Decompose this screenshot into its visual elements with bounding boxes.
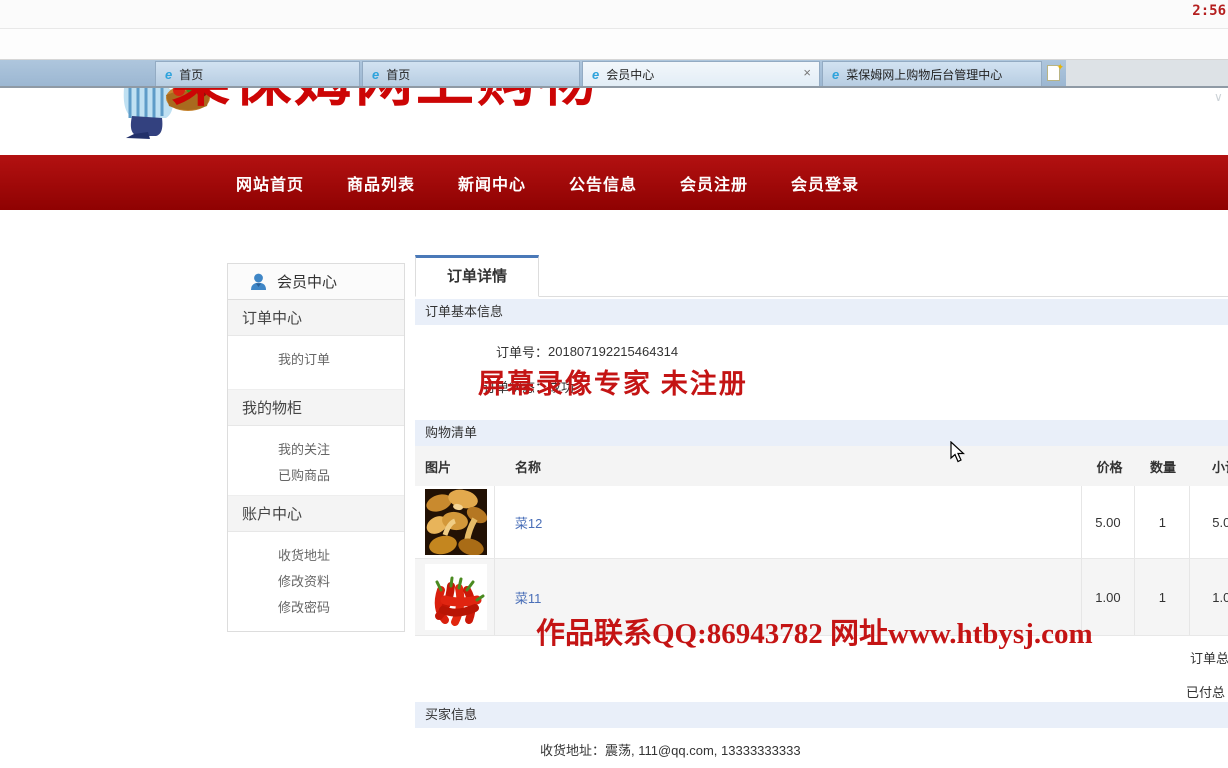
tab-label: 会员中心 xyxy=(606,66,654,83)
main-nav: 网站首页 商品列表 新闻中心 公告信息 会员注册 会员登录 xyxy=(0,155,1228,210)
sidebar-item-change-password[interactable]: 修改密码 xyxy=(228,595,404,621)
ie-tab-icon: e xyxy=(832,67,839,82)
sidebar-section-locker: 我的物柜 xyxy=(228,390,404,426)
product-image-chili[interactable] xyxy=(425,564,487,630)
cell-name: 菜11 xyxy=(495,559,1082,635)
new-tab-button[interactable]: ✦ xyxy=(1044,63,1064,83)
tab-close-icon[interactable]: × xyxy=(803,66,811,80)
sidebar-item-edit-profile[interactable]: 修改资料 xyxy=(228,569,404,595)
sidebar-section-account: 账户中心 xyxy=(228,496,404,532)
page-chevron-down-icon: ∨ xyxy=(1214,90,1223,104)
member-sidebar: 会员中心 订单中心 我的订单 我的物柜 我的关注 已购商品 账户中心 收货地址 … xyxy=(227,263,405,632)
cell-subtotal: 1.00 xyxy=(1190,559,1228,635)
col-qty: 数量 xyxy=(1136,457,1190,476)
site-logo-strip: 菜保姆网上购物 xyxy=(0,88,1228,140)
order-status-row: 订单状态： 成功 xyxy=(415,369,1228,404)
nav-news[interactable]: 新闻中心 xyxy=(458,171,526,195)
ie-tab-icon: e xyxy=(372,67,379,82)
screen: 2:56 ▾ e http://localhost:19511/member/O… xyxy=(0,0,1228,768)
col-subtotal: 小计 xyxy=(1190,457,1228,476)
section-title: 账户中心 xyxy=(242,503,302,524)
cell-subtotal: 5.00 xyxy=(1190,486,1228,558)
tab-home-2[interactable]: e 首页 xyxy=(362,61,580,86)
product-link[interactable]: 菜11 xyxy=(515,588,542,607)
cell-qty: 1 xyxy=(1135,559,1190,635)
tab-label: 首页 xyxy=(386,66,410,83)
shipping-address-label: 收货地址： xyxy=(415,740,605,759)
recording-clock: 2:56 xyxy=(1192,3,1226,19)
table-row: 菜11 1.00 1 1.00 xyxy=(415,559,1228,636)
col-price: 价格 xyxy=(1083,457,1136,476)
product-image-mushrooms[interactable] xyxy=(425,489,487,555)
order-totals: 订单总 已付总 xyxy=(415,636,1228,702)
order-basic-rows: 订单号： 201807192215464314 订单状态： 成功 xyxy=(415,325,1228,418)
cell-image xyxy=(415,559,495,635)
nav-login[interactable]: 会员登录 xyxy=(791,171,859,195)
paid-total-label: 已付总 xyxy=(1186,682,1225,701)
sidebar-item-address[interactable]: 收货地址 xyxy=(228,543,404,569)
order-detail-panel: 订单详情 订单基本信息 订单号： 201807192215464314 订单状态… xyxy=(415,255,1228,764)
cell-name: 菜12 xyxy=(495,486,1082,558)
tab-admin-center[interactable]: e 菜保姆网上购物后台管理中心 xyxy=(822,61,1042,86)
tab-order-detail[interactable]: 订单详情 xyxy=(415,255,539,297)
section-cart: 购物清单 xyxy=(415,420,1228,446)
cart-table-header: 图片 名称 价格 数量 小计 xyxy=(415,446,1228,486)
tab-member-center[interactable]: e 会员中心 × xyxy=(582,61,820,86)
member-person-icon xyxy=(250,273,267,291)
cart-table: 图片 名称 价格 数量 小计 xyxy=(415,446,1228,636)
sidebar-header: 会员中心 xyxy=(228,264,404,300)
tabbar-right-space xyxy=(1066,60,1228,86)
new-tab-spark-icon: ✦ xyxy=(1056,62,1064,73)
address-bar: ▾ e http://localhost:19511/member/OrderD… xyxy=(0,28,1228,60)
section-title: 我的物柜 xyxy=(242,397,302,418)
nav-home[interactable]: 网站首页 xyxy=(236,171,304,195)
nav-register[interactable]: 会员注册 xyxy=(680,171,748,195)
sidebar-section-orders: 订单中心 xyxy=(228,300,404,336)
section-basic-info: 订单基本信息 xyxy=(415,299,1228,325)
detail-tab-row: 订单详情 xyxy=(415,255,1228,297)
cell-price: 1.00 xyxy=(1082,559,1136,635)
cell-qty: 1 xyxy=(1135,486,1190,558)
ie-tab-icon: e xyxy=(165,67,172,82)
sidebar-item-my-orders[interactable]: 我的订单 xyxy=(228,347,404,373)
tab-label: 首页 xyxy=(179,66,203,83)
section-items: 收货地址 修改资料 修改密码 xyxy=(228,532,404,632)
shipping-address-value: 震荡, 111@qq.com, 13333333333 xyxy=(605,740,801,759)
section-items: 我的关注 已购商品 xyxy=(228,426,404,496)
sidebar-title: 会员中心 xyxy=(277,271,337,292)
table-row: 菜12 5.00 1 5.00 xyxy=(415,486,1228,559)
section-buyer-info: 买家信息 xyxy=(415,702,1228,728)
tab-home-1[interactable]: e 首页 xyxy=(155,61,360,86)
sidebar-item-my-follows[interactable]: 我的关注 xyxy=(228,437,404,463)
nav-notices[interactable]: 公告信息 xyxy=(569,171,637,195)
order-number-value: 201807192215464314 xyxy=(548,344,678,359)
tab-label: 菜保姆网上购物后台管理中心 xyxy=(846,66,1002,83)
order-status-label: 订单状态： xyxy=(415,377,548,396)
ie-tab-icon: e xyxy=(592,67,599,82)
order-number-row: 订单号： 201807192215464314 xyxy=(415,334,1228,369)
order-total-label: 订单总 xyxy=(1190,648,1228,667)
section-items: 我的订单 xyxy=(228,336,404,390)
section-title: 订单中心 xyxy=(242,307,302,328)
shipping-address-row: 收货地址： 震荡, 111@qq.com, 13333333333 xyxy=(415,734,1228,764)
col-image: 图片 xyxy=(415,457,495,476)
browser-titlebar: 2:56 xyxy=(0,0,1228,28)
order-number-label: 订单号： xyxy=(415,342,548,361)
tab-bar: e 首页 e 首页 e 会员中心 × e 菜保姆网上购物后台管理中心 ✦ xyxy=(0,60,1228,88)
site-logo-text[interactable]: 菜保姆网上购物 xyxy=(172,88,599,114)
cell-price: 5.00 xyxy=(1082,486,1136,558)
sidebar-item-purchased[interactable]: 已购商品 xyxy=(228,463,404,489)
col-name: 名称 xyxy=(495,457,1083,476)
cell-image xyxy=(415,486,495,558)
nav-products[interactable]: 商品列表 xyxy=(347,171,415,195)
product-link[interactable]: 菜12 xyxy=(515,513,542,532)
order-status-value: 成功 xyxy=(548,377,574,396)
